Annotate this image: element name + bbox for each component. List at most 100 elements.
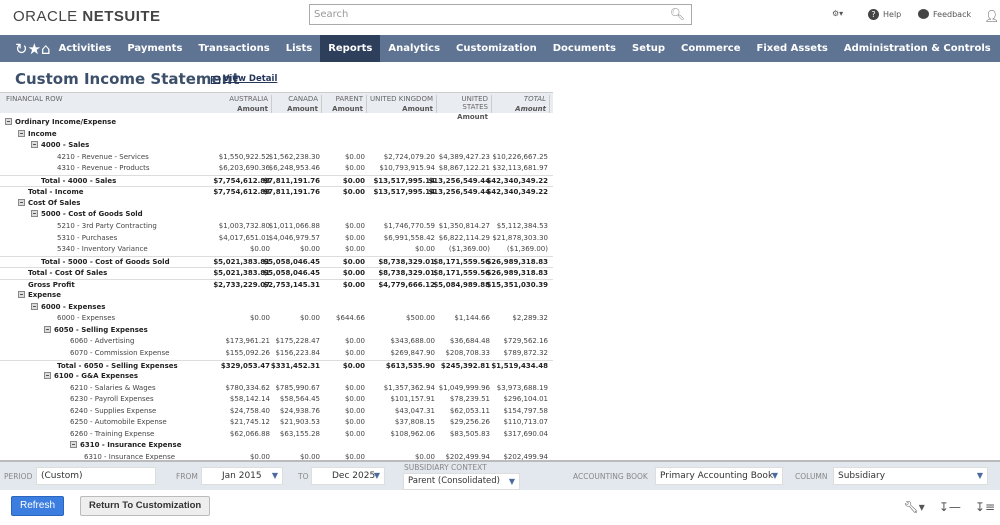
- cell-amount[interactable]: $154,797.58: [470, 406, 548, 418]
- recent-icon[interactable]: ↻: [15, 40, 28, 58]
- nav-documents[interactable]: Documents: [545, 35, 624, 62]
- cell-amount[interactable]: $789,872.32: [470, 348, 548, 360]
- column-header[interactable]: CANADA Amount: [272, 95, 322, 113]
- home-icon[interactable]: ⌂: [41, 40, 51, 58]
- return-to-customization-button[interactable]: Return To Customization: [80, 496, 211, 516]
- subsidiary-select[interactable]: Parent (Consolidated) ▼: [403, 473, 520, 490]
- cell-amount[interactable]: $2,289.32: [470, 313, 548, 325]
- collapse-icon[interactable]: [70, 441, 77, 449]
- nav-setup[interactable]: Setup: [624, 35, 673, 62]
- nav-administration-controls[interactable]: Administration & Controls: [836, 35, 999, 62]
- row-label: 6000 - Expenses: [57, 314, 116, 323]
- nav-activities[interactable]: Activities: [51, 35, 120, 62]
- cell-amount[interactable]: $202,499.94: [470, 452, 548, 460]
- search-input[interactable]: Search 🔍︎: [309, 4, 692, 25]
- collapse-icon[interactable]: [5, 118, 12, 125]
- search-icon[interactable]: 🔍︎: [670, 7, 685, 21]
- collapse-icon[interactable]: [18, 198, 25, 206]
- collapse-icon[interactable]: [31, 141, 38, 149]
- period-field[interactable]: (Custom): [36, 467, 156, 485]
- collapse-icon[interactable]: [44, 325, 51, 333]
- cell-amount[interactable]: $110,713.07: [470, 417, 548, 429]
- help-link[interactable]: ? Help: [868, 9, 901, 20]
- row-label: 6050 - Selling Expenses: [44, 325, 148, 337]
- cell-amount[interactable]: $0.00: [287, 406, 365, 418]
- accounting-book-select[interactable]: Primary Accounting Book ▼: [655, 467, 783, 485]
- from-label: FROM: [176, 472, 198, 481]
- column-header[interactable]: AUSTRALIA Amount: [220, 95, 272, 113]
- nav-fixed-assets[interactable]: Fixed Assets: [749, 35, 836, 62]
- row-label: Ordinary Income/Expense: [5, 117, 116, 129]
- cell-amount[interactable]: $644.66: [287, 313, 365, 325]
- nav-customization[interactable]: Customization: [448, 35, 545, 62]
- cell-amount[interactable]: $0.00: [287, 336, 365, 348]
- feedback-link[interactable]: Feedback: [918, 9, 971, 19]
- subsidiary-label: SUBSIDIARY CONTEXT: [404, 463, 487, 472]
- table-row: 6100 - G&A Expenses: [0, 371, 553, 383]
- collapse-icon[interactable]: [18, 291, 25, 299]
- to-label: TO: [298, 472, 309, 481]
- table-row: 4310 - Revenue - Products $6,203,690.36 $6…: [0, 163, 553, 175]
- star-icon[interactable]: ★: [28, 40, 41, 58]
- nav-payments[interactable]: Payments: [119, 35, 190, 62]
- row-label: 6260 - Training Expense: [70, 429, 155, 438]
- user-icon[interactable]: 👤︎: [984, 9, 999, 23]
- table-row: Cost Of Sales: [0, 198, 553, 210]
- cell-amount[interactable]: ($1,369.00): [470, 244, 548, 256]
- cell-amount[interactable]: $32,113,681.97: [470, 163, 548, 175]
- row-label: 4210 - Revenue - Services: [57, 152, 149, 161]
- column-header[interactable]: TOTAL Amount: [492, 95, 550, 113]
- nav-transactions[interactable]: Transactions: [190, 35, 277, 62]
- cell-amount[interactable]: $296,104.01: [470, 394, 548, 406]
- cell-amount[interactable]: $3,973,688.19: [470, 383, 548, 395]
- wrench-icon[interactable]: 🔧︎▾: [904, 500, 925, 514]
- nav-commerce[interactable]: Commerce: [673, 35, 748, 62]
- to-select[interactable]: Dec 2025 ▼: [311, 467, 385, 485]
- netsuite-logo[interactable]: ORACLE NETSUITE: [13, 8, 161, 25]
- nav-reports[interactable]: Reports: [320, 35, 381, 62]
- collapse-icon[interactable]: [31, 210, 38, 218]
- cell-amount[interactable]: $0.00: [287, 452, 365, 460]
- collapse-icon[interactable]: [18, 129, 25, 137]
- row-label: 5340 - Inventory Variance: [57, 245, 148, 254]
- row-label: 5210 - 3rd Party Contracting: [57, 221, 157, 230]
- column-header[interactable]: UNITED KINGDOM Amount: [367, 95, 437, 113]
- cell-amount[interactable]: $0.00: [287, 221, 365, 233]
- expand-all-icon[interactable]: ↧≡: [975, 500, 995, 514]
- refresh-button[interactable]: Refresh: [11, 496, 65, 516]
- cell-amount[interactable]: $10,226,667.25: [470, 152, 548, 164]
- cell-amount[interactable]: $0.00: [287, 233, 365, 245]
- report-table: Ordinary Income/Expense Income 4000 - Sale…: [0, 117, 560, 460]
- cell-amount[interactable]: $0.00: [287, 348, 365, 360]
- collapse-icon[interactable]: [31, 302, 38, 310]
- filter-bar: PERIOD (Custom) FROM Jan 2015 ▼ TO Dec 20…: [0, 460, 1000, 490]
- nav-analytics[interactable]: Analytics: [380, 35, 448, 62]
- cell-amount[interactable]: $317,690.04: [470, 429, 548, 441]
- feedback-icon: [918, 9, 929, 19]
- period-label: PERIOD: [4, 472, 33, 481]
- cell-amount[interactable]: $21,878,303.30: [470, 233, 548, 245]
- shortcuts-icon[interactable]: ⚙▾: [832, 9, 843, 18]
- table-row: Total - 5000 - Cost of Goods Sold $5,021,…: [0, 255, 553, 268]
- column-header[interactable]: UNITED STATES Amount: [437, 95, 492, 121]
- column-select[interactable]: Subsidiary ▼: [833, 467, 988, 485]
- cell-amount[interactable]: $5,112,384.53: [470, 221, 548, 233]
- row-label: 6230 - Payroll Expenses: [70, 395, 154, 404]
- nav-lists[interactable]: Lists: [278, 35, 320, 62]
- cell-amount[interactable]: $0.00: [287, 152, 365, 164]
- cell-amount[interactable]: $0.00: [287, 383, 365, 395]
- cell-amount[interactable]: $0.00: [287, 163, 365, 175]
- view-detail-link[interactable]: ↘ View Detail: [211, 74, 277, 84]
- cell-amount[interactable]: $0.00: [287, 244, 365, 256]
- collapse-icon[interactable]: [44, 372, 51, 380]
- cell-amount[interactable]: $0.00: [287, 394, 365, 406]
- collapse-all-icon[interactable]: ↧—: [939, 500, 961, 514]
- cell-amount[interactable]: $0.00: [287, 417, 365, 429]
- column-header[interactable]: PARENT Amount: [322, 95, 367, 113]
- cell-amount[interactable]: $729,562.16: [470, 336, 548, 348]
- table-row: 6250 - Automobile Expense $21,745.12 $21,9…: [0, 417, 553, 429]
- cell-amount[interactable]: $0.00: [287, 429, 365, 441]
- from-select[interactable]: Jan 2015 ▼: [201, 467, 283, 485]
- table-row: 5000 - Cost of Goods Sold: [0, 209, 553, 221]
- row-label: 5000 - Cost of Goods Sold: [31, 209, 143, 221]
